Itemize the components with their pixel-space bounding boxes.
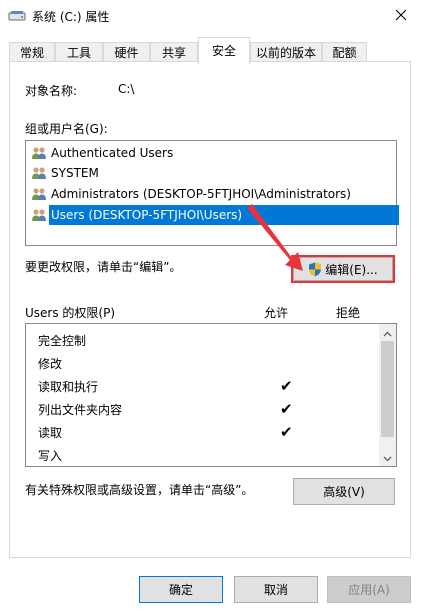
tab-general[interactable]: 常规 [9, 42, 55, 63]
tab-strip: 常规 工具 硬件 共享 安全 以前的版本 配额 [0, 32, 421, 64]
user-name: SYSTEM [51, 166, 99, 180]
scroll-thumb[interactable] [381, 341, 394, 437]
group-user-list[interactable]: Authenticated Users SYSTEM Administrator… [25, 140, 399, 246]
user-name: Users (DESKTOP-5FTJHOI\Users) [49, 205, 399, 225]
apply-button[interactable]: 应用(A) [327, 576, 411, 603]
list-item[interactable]: Administrators (DESKTOP-5FTJHOI\Administ… [28, 184, 394, 204]
scroll-up-arrow[interactable] [379, 324, 396, 341]
allow-check: ✔ [280, 377, 293, 395]
tab-previous-versions[interactable]: 以前的版本 [250, 42, 322, 63]
tab-security[interactable]: 安全 [198, 37, 250, 64]
ok-button[interactable]: 确定 [139, 576, 223, 603]
allow-header: 允许 [264, 306, 289, 320]
users-group-icon [31, 186, 47, 202]
edit-hint: 要更改权限，请单击“编辑”。 [25, 260, 182, 274]
user-name: Authenticated Users [51, 146, 174, 160]
groups-label: 组或用户名(G): [25, 122, 108, 136]
permission-name: 读取和执行 [38, 380, 99, 394]
users-group-icon [31, 165, 47, 181]
close-icon [395, 9, 407, 24]
permission-name: 列出文件夹内容 [38, 403, 123, 417]
chevron-up-icon [383, 326, 392, 340]
tab-sharing[interactable]: 共享 [150, 42, 198, 63]
edit-button[interactable]: 编辑(E)... [293, 257, 393, 281]
list-item-selected[interactable]: Users (DESKTOP-5FTJHOI\Users) [28, 205, 399, 225]
scroll-down-arrow[interactable] [379, 449, 396, 466]
object-name-label: 对象名称: [25, 84, 78, 98]
permission-row: 列出文件夹内容 ✔ [38, 398, 378, 420]
edit-button-label: 编辑(E)... [325, 262, 378, 277]
tab-tools[interactable]: 工具 [55, 42, 103, 63]
advanced-button[interactable]: 高级(V) [293, 478, 395, 505]
tab-hardware[interactable]: 硬件 [103, 42, 150, 63]
permission-name: 读取 [38, 426, 63, 440]
user-name: Administrators (DESKTOP-5FTJHOI\Administ… [51, 187, 351, 201]
permission-row: 写入 [38, 444, 378, 466]
tab-quota[interactable]: 配额 [322, 42, 367, 63]
users-group-icon [31, 207, 47, 223]
drive-icon [8, 9, 26, 23]
list-item[interactable]: Authenticated Users [28, 143, 394, 163]
allow-check: ✔ [280, 400, 293, 418]
permission-row: 修改 [38, 352, 378, 374]
permission-row: 读取和执行 ✔ [38, 375, 378, 397]
title-bar: 系统 (C:) 属性 [0, 0, 421, 32]
permissions-label: Users 的权限(P) [25, 306, 116, 320]
allow-check: ✔ [280, 423, 293, 441]
permission-name: 写入 [38, 449, 63, 463]
permissions-list: 完全控制 修改 读取和执行 ✔ 列出文件夹内容 ✔ 读取 ✔ 写入 [25, 323, 397, 467]
permission-name: 修改 [38, 357, 63, 371]
advanced-hint: 有关特殊权限或高级设置，请单击“高级”。 [25, 483, 254, 497]
permission-row: 完全控制 [38, 329, 378, 351]
deny-header: 拒绝 [336, 306, 361, 320]
permission-name: 完全控制 [38, 334, 87, 348]
permission-row: 读取 ✔ [38, 421, 378, 443]
users-group-icon [31, 145, 47, 161]
object-name-value: C:\ [118, 82, 135, 96]
close-button[interactable] [381, 0, 421, 32]
chevron-down-icon [383, 451, 392, 465]
window-title: 系统 (C:) 属性 [32, 10, 110, 24]
cancel-button[interactable]: 取消 [234, 576, 318, 603]
list-item[interactable]: SYSTEM [28, 163, 394, 183]
uac-shield-icon [308, 262, 322, 277]
permissions-scrollbar[interactable] [379, 324, 396, 466]
